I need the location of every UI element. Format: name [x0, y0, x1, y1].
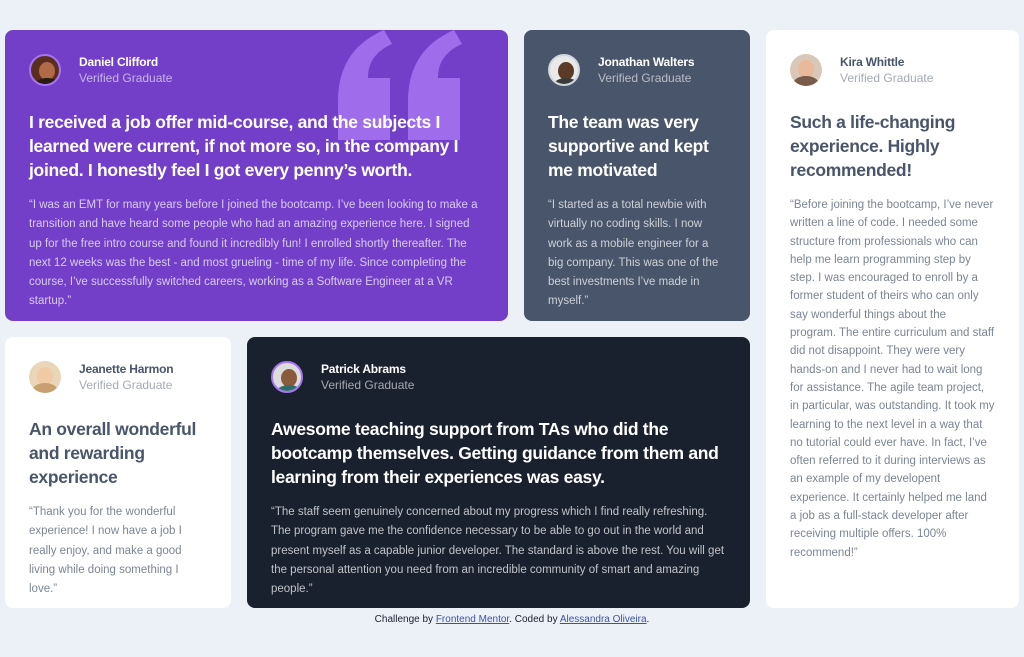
attribution-middle: . Coded by [509, 614, 558, 625]
avatar [29, 361, 61, 393]
testimonial-body: “Thank you for the wonderful experience!… [29, 506, 182, 596]
author-name: Jonathan Walters [598, 55, 695, 69]
testimonial-card-jonathan: Jonathan Walters Verified Graduate The t… [524, 30, 750, 321]
author-name: Daniel Clifford [79, 55, 159, 69]
attribution-prefix: Challenge by [374, 614, 434, 625]
testimonial-card-jeanette: Jeanette Harmon Verified Graduate An ove… [5, 337, 231, 608]
author-role: Verified Graduate [79, 71, 173, 85]
testimonial-headline: Such a life-changing experience. Highly … [790, 112, 956, 180]
author-role: Verified Graduate [840, 71, 934, 85]
avatar [29, 54, 61, 86]
attribution-suffix: . [646, 614, 650, 625]
frontend-mentor-link[interactable]: Frontend Mentor [436, 614, 509, 625]
author-name: Patrick Abrams [321, 362, 406, 376]
testimonial-body: “I started as a total newbie with virtua… [548, 199, 719, 308]
testimonial-card-patrick: Patrick Abrams Verified Graduate Awesome… [247, 337, 750, 608]
testimonial-body: “Before joining the bootcamp, I’ve never… [790, 199, 995, 559]
avatar [790, 54, 822, 86]
avatar [548, 54, 580, 86]
author-name: Kira Whittle [840, 55, 905, 69]
testimonial-headline: I received a job offer mid-course, and t… [29, 112, 459, 180]
testimonial-headline: An overall wonderful and rewarding exper… [29, 419, 197, 487]
author-link[interactable]: Alessandra Oliveira [560, 614, 647, 625]
testimonial-headline: The team was very supportive and kept me… [548, 112, 709, 180]
testimonial-card-daniel: Daniel Clifford Verified Graduate I rece… [5, 30, 508, 321]
author-role: Verified Graduate [79, 378, 173, 392]
author-name: Jeanette Harmon [79, 362, 174, 376]
testimonial-body: “The staff seem genuinely concerned abou… [271, 506, 725, 596]
testimonial-headline: Awesome teaching support from TAs who di… [271, 419, 719, 487]
author-role: Verified Graduate [321, 378, 415, 392]
author-role: Verified Graduate [598, 71, 692, 85]
avatar [271, 361, 303, 393]
testimonial-card-kira: Kira Whittle Verified Graduate Such a li… [766, 30, 1019, 608]
attribution: Challenge by Frontend Mentor. Coded by A… [0, 614, 1024, 625]
testimonial-body: “I was an EMT for many years before I jo… [29, 199, 478, 308]
